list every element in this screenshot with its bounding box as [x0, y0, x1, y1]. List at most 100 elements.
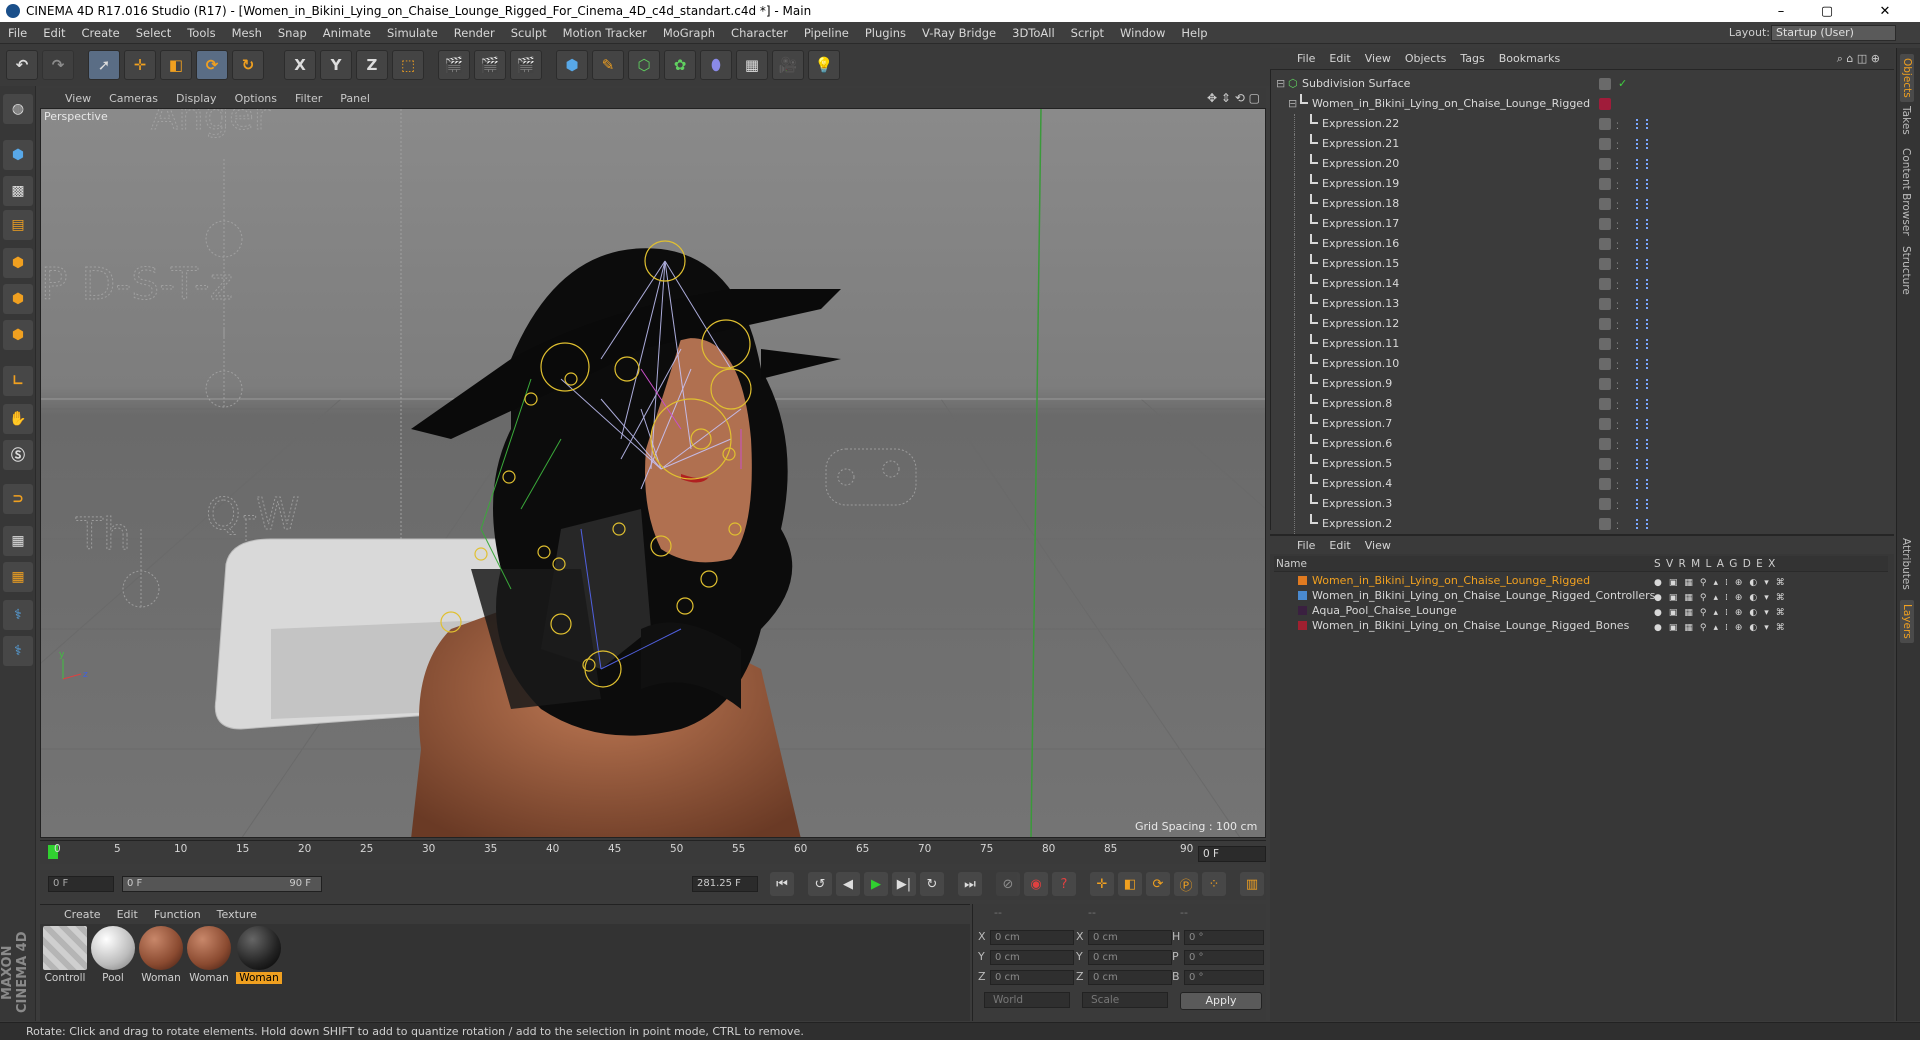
collapse-icon[interactable]: ⊟	[1276, 74, 1285, 94]
om-search-home-icons[interactable]: ⌕ ⌂ ◫ ⊕	[1837, 52, 1880, 66]
keyframe-selection-icon[interactable]: ?	[1052, 872, 1076, 896]
move-tool-icon[interactable]: ✛	[124, 50, 156, 80]
xpresso-tag-icon[interactable]	[1636, 479, 1648, 489]
tree-item-expression[interactable]: Expression.14 ⁚	[1274, 274, 1884, 294]
deformer-icon[interactable]: ⬮	[700, 50, 732, 80]
visibility-toggle[interactable]	[1599, 318, 1611, 330]
layer-color-swatch[interactable]	[1298, 606, 1307, 615]
menu-pipeline[interactable]: Pipeline	[796, 26, 857, 40]
visibility-toggle[interactable]	[1599, 458, 1611, 470]
material-swatch-selected[interactable]: Woman	[236, 926, 282, 984]
xpresso-tag-icon[interactable]	[1636, 359, 1648, 369]
xpresso-tag-icon[interactable]	[1636, 399, 1648, 409]
prev-frame-icon[interactable]: ◀	[836, 872, 860, 896]
play-icon[interactable]: ▶	[864, 872, 888, 896]
layer-row[interactable]: Women_in_Bikini_Lying_on_Chaise_Lounge_R…	[1274, 618, 1888, 633]
visibility-toggle[interactable]	[1599, 358, 1611, 370]
key-position-icon[interactable]: ✛	[1090, 872, 1114, 896]
om-menu-bookmarks[interactable]: Bookmarks	[1492, 52, 1567, 65]
visibility-toggle[interactable]	[1599, 498, 1611, 510]
3d-viewport[interactable]: Anger P D-S-T-z Th Q-W y z	[40, 108, 1266, 838]
layer-row[interactable]: Aqua_Pool_Chaise_Lounge ●▣▦⚲▴⁞⊕◐▾⌘	[1274, 603, 1888, 618]
material-swatch[interactable]: Woman	[186, 926, 232, 984]
layer-color-tag[interactable]	[1599, 98, 1611, 110]
visibility-toggle[interactable]	[1599, 478, 1611, 490]
render-picture-viewer-icon[interactable]: 🎬	[474, 50, 506, 80]
xpresso-tag-icon[interactable]	[1636, 199, 1648, 209]
workplane-mode-icon[interactable]: ▤	[3, 210, 33, 240]
lm-menu-view[interactable]: View	[1358, 539, 1398, 552]
menu-edit[interactable]: Edit	[35, 26, 73, 40]
cube-primitive-icon[interactable]: ⬢	[556, 50, 588, 80]
xpresso-tag-icon[interactable]	[1636, 439, 1648, 449]
points-mode-icon[interactable]: ⬢	[3, 248, 33, 278]
size-z-field[interactable]: 0 cm	[1088, 970, 1172, 985]
viewport-menu-options[interactable]: Options	[226, 92, 286, 105]
z-axis-button[interactable]: Z	[356, 50, 388, 80]
xpresso-tag-icon[interactable]	[1636, 239, 1648, 249]
next-key-icon[interactable]: ↻	[920, 872, 944, 896]
tree-item-expression[interactable]: Expression.10 ⁚	[1274, 354, 1884, 374]
xpresso-tag-icon[interactable]	[1636, 299, 1648, 309]
tree-item-expression[interactable]: Expression.18 ⁚	[1274, 194, 1884, 214]
axis-mode-icon[interactable]: ∟	[3, 366, 33, 396]
menu-render[interactable]: Render	[446, 26, 503, 40]
max-frame-field[interactable]: 281.25 F	[692, 876, 758, 892]
tab-takes[interactable]: Takes	[1900, 106, 1912, 135]
current-frame-field[interactable]: 0 F	[1198, 846, 1266, 862]
xpresso-tag-icon[interactable]	[1636, 379, 1648, 389]
visibility-toggle[interactable]	[1599, 118, 1611, 130]
xpresso-tag-icon[interactable]	[1636, 339, 1648, 349]
go-to-start-icon[interactable]: ⏮	[770, 872, 794, 896]
xpresso-tag-icon[interactable]	[1636, 279, 1648, 289]
xpresso-tag-icon[interactable]	[1636, 499, 1648, 509]
material-menu-function[interactable]: Function	[146, 908, 209, 921]
x-axis-button[interactable]: X	[284, 50, 316, 80]
tweak-mode-icon[interactable]: ✋	[3, 404, 33, 434]
tab-content-browser[interactable]: Content Browser	[1900, 148, 1912, 236]
visibility-toggle[interactable]	[1599, 78, 1611, 90]
menu-select[interactable]: Select	[128, 26, 179, 40]
magnet-tool-icon[interactable]: ⊃	[3, 484, 33, 514]
tree-item-expression[interactable]: Expression.2 ⁚	[1274, 514, 1884, 534]
go-to-end-icon[interactable]: ⏭	[958, 872, 982, 896]
layer-color-swatch[interactable]	[1298, 576, 1307, 585]
start-frame-field[interactable]: 0 F	[48, 876, 114, 892]
menu-mesh[interactable]: Mesh	[224, 26, 270, 40]
key-pla-icon[interactable]: ⁘	[1202, 872, 1226, 896]
tree-item-expression[interactable]: Expression.21 ⁚	[1274, 134, 1884, 154]
key-rotation-icon[interactable]: ⟳	[1146, 872, 1170, 896]
y-axis-button[interactable]: Y	[320, 50, 352, 80]
size-x-field[interactable]: 0 cm	[1088, 930, 1172, 945]
model-mode-icon[interactable]: ⬢	[3, 140, 33, 170]
menu-snap[interactable]: Snap	[270, 26, 315, 40]
tree-item-expression[interactable]: Expression.7 ⁚	[1274, 414, 1884, 434]
edges-mode-icon[interactable]: ⬢	[3, 284, 33, 314]
mograph-cloner-icon[interactable]: ✿	[664, 50, 696, 80]
texture-mode-icon[interactable]: ▩	[3, 176, 33, 206]
apply-button[interactable]: Apply	[1180, 992, 1262, 1010]
position-z-field[interactable]: 0 cm	[990, 970, 1074, 985]
tree-item-expression[interactable]: Expression.13 ⁚	[1274, 294, 1884, 314]
visibility-toggle[interactable]	[1599, 258, 1611, 270]
menu-vray-bridge[interactable]: V-Ray Bridge	[914, 26, 1004, 40]
visibility-toggle[interactable]	[1599, 278, 1611, 290]
layout-select[interactable]: Startup (User)	[1771, 25, 1896, 41]
visibility-toggle[interactable]	[1599, 238, 1611, 250]
undo-icon[interactable]: ↶	[6, 50, 38, 80]
visibility-toggle[interactable]	[1599, 198, 1611, 210]
visibility-toggle[interactable]	[1599, 298, 1611, 310]
viewport-menu-cameras[interactable]: Cameras	[100, 92, 167, 105]
position-y-field[interactable]: 0 cm	[990, 950, 1074, 965]
floor-scene-icon[interactable]: ▦	[736, 50, 768, 80]
menu-script[interactable]: Script	[1063, 26, 1112, 40]
recent-tool-icon[interactable]: ↻	[232, 50, 264, 80]
tree-item-expression[interactable]: Expression.3 ⁚	[1274, 494, 1884, 514]
om-menu-view[interactable]: View	[1358, 52, 1398, 65]
coordinate-system-icon[interactable]: ⬚	[392, 50, 424, 80]
tab-objects[interactable]: Objects	[1900, 54, 1914, 102]
sculpt-mode-icon[interactable]: ◍	[3, 94, 33, 124]
visibility-toggle[interactable]	[1599, 418, 1611, 430]
material-menu-texture[interactable]: Texture	[209, 908, 265, 921]
tree-item-expression[interactable]: Expression.5 ⁚	[1274, 454, 1884, 474]
